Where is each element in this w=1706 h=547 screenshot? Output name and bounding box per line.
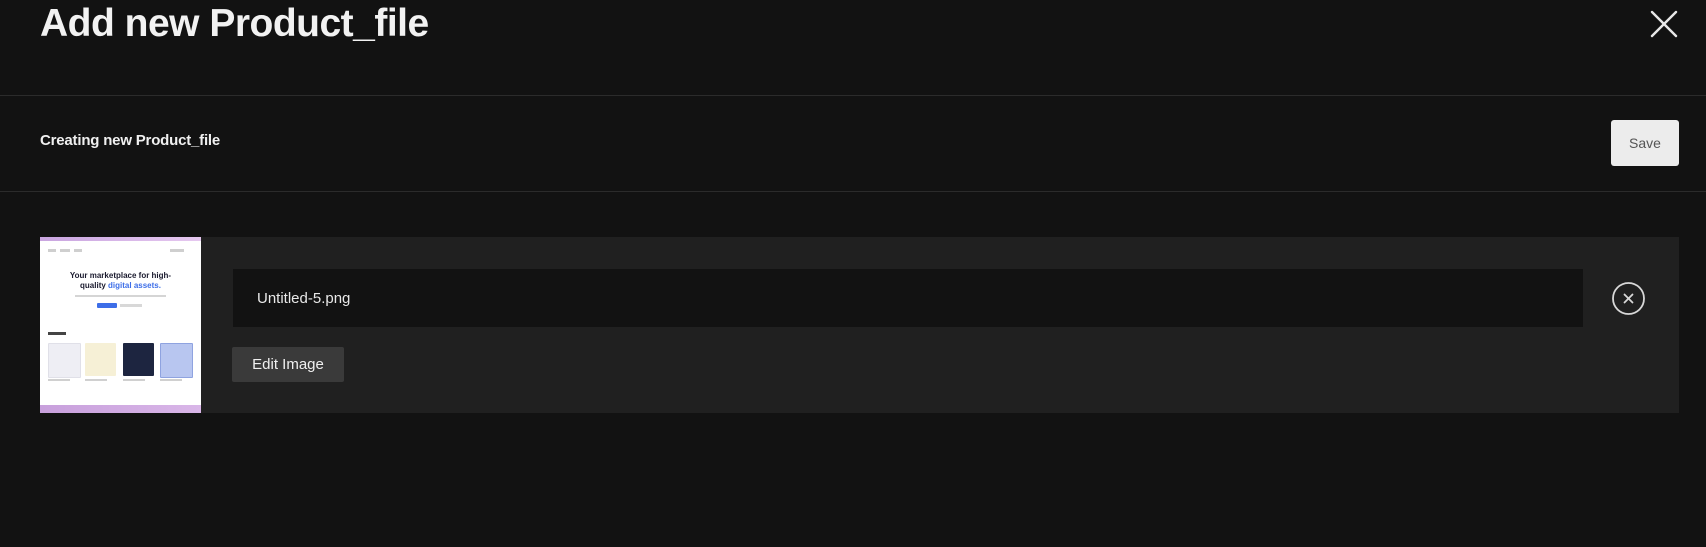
- thumbnail-nav-link: [74, 249, 82, 252]
- thumbnail-subtext: [75, 295, 166, 297]
- close-button[interactable]: [1644, 4, 1684, 44]
- thumbnail-top-bar: [40, 237, 201, 241]
- close-icon: [1650, 10, 1678, 38]
- thumbnail-section-heading: [48, 332, 66, 335]
- thumbnail-headline: Your marketplace for high- quality digit…: [60, 271, 181, 291]
- thumbnail-nav-action: [170, 249, 184, 252]
- form-title: Creating new Product_file: [40, 132, 221, 149]
- thumbnail-card: [85, 343, 116, 376]
- thumbnail-nav-logo: [48, 249, 56, 252]
- thumbnail-card-caption: [85, 379, 107, 381]
- modal-header: Add new Product_file: [0, 0, 1706, 96]
- thumbnail-card-caption: [123, 379, 145, 381]
- edit-image-button[interactable]: Edit Image: [232, 347, 344, 382]
- thumbnail-card: [48, 343, 81, 378]
- filename-input[interactable]: [233, 269, 1583, 327]
- thumbnail-nav-link: [60, 249, 70, 252]
- thumbnail-card: [123, 343, 154, 376]
- form-toolbar: Creating new Product_file Save: [0, 96, 1706, 192]
- thumbnail-headline-accent: digital assets.: [108, 281, 161, 290]
- thumbnail-headline-plain: quality: [80, 281, 109, 290]
- modal-title: Add new Product_file: [40, 2, 429, 45]
- thumbnail-secondary-link: [120, 304, 142, 307]
- file-thumbnail[interactable]: Your marketplace for high- quality digit…: [40, 237, 201, 413]
- remove-circle-icon: [1612, 282, 1645, 315]
- save-button[interactable]: Save: [1611, 120, 1679, 166]
- thumbnail-cta: [97, 303, 117, 308]
- thumbnail-card-caption: [48, 379, 70, 381]
- thumbnail-card-caption: [160, 379, 182, 381]
- file-list-item: Your marketplace for high- quality digit…: [40, 237, 1679, 413]
- add-product-file-modal: Add new Product_file Creating new Produc…: [0, 0, 1706, 547]
- thumbnail-bottom-bar: [40, 405, 201, 413]
- thumbnail-headline-line1: Your marketplace for high-: [69, 271, 172, 280]
- thumbnail-card: [160, 343, 193, 378]
- remove-file-button[interactable]: [1611, 281, 1646, 316]
